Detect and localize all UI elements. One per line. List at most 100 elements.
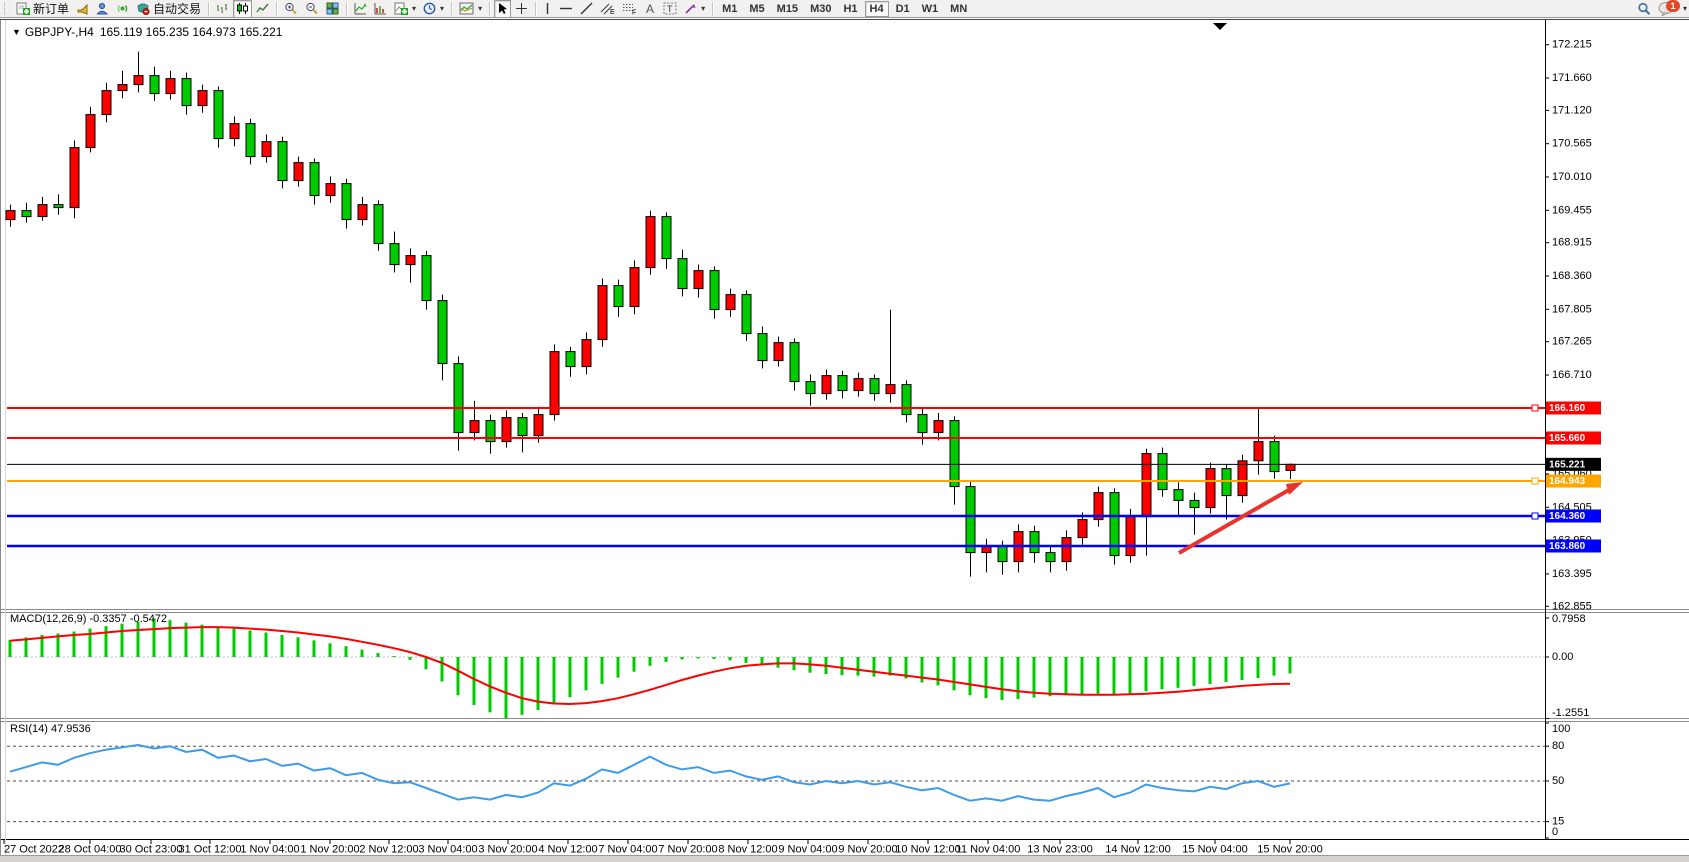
crosshair-button[interactable] xyxy=(512,0,531,18)
indicator-list-button[interactable] xyxy=(371,0,390,18)
text-label-button[interactable]: T xyxy=(660,0,680,18)
svg-text:163.860: 163.860 xyxy=(1549,541,1586,552)
price-lines[interactable] xyxy=(7,405,1545,546)
svg-text:28 Oct 04:00: 28 Oct 04:00 xyxy=(59,844,122,856)
timeframe-button-h1[interactable]: H1 xyxy=(838,1,862,17)
macd-indicator-label: MACD(12,26,9) -0.3357 -0.5472 xyxy=(10,613,167,625)
add-indicator-icon xyxy=(394,2,408,15)
svg-text:F: F xyxy=(632,10,636,16)
templates-button[interactable]: ▾ xyxy=(456,0,485,18)
timeframe-button-d1[interactable]: D1 xyxy=(891,1,915,17)
channel-icon: E xyxy=(600,2,615,15)
timeframe-button-h4[interactable]: H4 xyxy=(865,1,889,17)
svg-text:172.215: 172.215 xyxy=(1552,39,1592,51)
rsi-indicator-label: RSI(14) 47.9536 xyxy=(10,723,91,735)
svg-text:7 Nov 04:00: 7 Nov 04:00 xyxy=(598,844,657,856)
fibonacci-button[interactable]: F xyxy=(619,0,640,18)
toolbar-grip[interactable] xyxy=(4,3,10,15)
candlestick-chart-type-button[interactable] xyxy=(233,0,252,18)
bar-chart-type-button[interactable] xyxy=(213,0,232,18)
svg-text:27 Oct 2022: 27 Oct 2022 xyxy=(4,844,64,856)
timeframe-button-mn[interactable]: MN xyxy=(945,1,972,17)
new-order-button[interactable]: 新订单 xyxy=(13,0,72,18)
zoom-in-button[interactable] xyxy=(281,0,301,18)
svg-text:50: 50 xyxy=(1552,775,1564,787)
svg-text:3 Nov 20:00: 3 Nov 20:00 xyxy=(478,844,537,856)
svg-text:170.565: 170.565 xyxy=(1552,138,1592,150)
timeframe-button-m1[interactable]: M1 xyxy=(717,1,742,17)
text-label-icon: T xyxy=(663,2,677,15)
svg-text:165.221: 165.221 xyxy=(1549,459,1586,470)
trendline-button[interactable] xyxy=(577,0,596,18)
svg-text:11 Nov 04:00: 11 Nov 04:00 xyxy=(956,844,1021,856)
line-chart-type-button[interactable] xyxy=(253,0,272,18)
svg-text:0.7958: 0.7958 xyxy=(1552,613,1586,625)
toolbar-separator xyxy=(208,2,209,16)
svg-text:100: 100 xyxy=(1552,723,1570,735)
autotrade-button[interactable]: 自动交易 xyxy=(133,0,204,18)
zoom-out-button[interactable] xyxy=(302,0,322,18)
horizontal-line-icon xyxy=(559,2,573,15)
svg-text:A: A xyxy=(646,2,654,15)
vertical-line-button[interactable] xyxy=(540,0,555,18)
main-toolbar: 新订单 自动交易 xyxy=(0,0,1689,18)
price-axis[interactable]: 172.215171.660171.120170.565170.010169.4… xyxy=(1545,39,1601,613)
macd-histogram xyxy=(9,618,1292,718)
cursor-button[interactable] xyxy=(494,0,511,18)
svg-text:171.120: 171.120 xyxy=(1552,104,1592,116)
rsi-line xyxy=(10,745,1290,801)
search-button[interactable] xyxy=(1634,0,1654,18)
arrows-button[interactable]: ▾ xyxy=(681,0,708,18)
chart-canvas[interactable]: 172.215171.660171.120170.565170.010169.4… xyxy=(0,18,1689,861)
chart-menu-arrow-icon[interactable]: ▼ xyxy=(12,27,21,37)
expert-icon xyxy=(96,2,109,15)
crosshair-icon xyxy=(515,2,528,15)
svg-text:166.160: 166.160 xyxy=(1549,403,1586,414)
period-button[interactable]: ▾ xyxy=(420,0,447,18)
indicator-window-button[interactable] xyxy=(351,0,370,18)
add-indicator-button[interactable]: ▾ xyxy=(391,0,419,18)
timeframe-button-m30[interactable]: M30 xyxy=(805,1,836,17)
sound-button[interactable] xyxy=(73,0,92,18)
indicator-window-icon xyxy=(354,2,367,15)
tile-windows-button[interactable] xyxy=(323,0,342,18)
autotrade-icon xyxy=(136,2,150,15)
svg-text:163.395: 163.395 xyxy=(1552,568,1592,580)
svg-text:E: E xyxy=(610,9,615,15)
chart-area[interactable]: 172.215171.660171.120170.565170.010169.4… xyxy=(0,18,1689,861)
toolbar-separator xyxy=(489,2,490,16)
timeframe-button-m5[interactable]: M5 xyxy=(744,1,769,17)
toolbar-separator xyxy=(535,2,536,16)
text-a-icon: A xyxy=(644,2,656,15)
search-icon xyxy=(1637,2,1651,16)
equidistant-channel-button[interactable]: E xyxy=(597,0,618,18)
svg-text:13 Nov 23:00: 13 Nov 23:00 xyxy=(1027,844,1092,856)
svg-text:167.805: 167.805 xyxy=(1552,303,1592,315)
expert-button[interactable] xyxy=(93,0,112,18)
autotrade-label: 自动交易 xyxy=(153,0,201,17)
templates-icon xyxy=(459,2,474,15)
chevron-down-icon: ▾ xyxy=(412,4,416,13)
timeframe-button-w1[interactable]: W1 xyxy=(917,1,944,17)
svg-text:10 Nov 12:00: 10 Nov 12:00 xyxy=(895,844,960,856)
toolbar-separator xyxy=(712,2,713,16)
svg-text:165.660: 165.660 xyxy=(1549,433,1586,444)
sonar-button[interactable] xyxy=(113,0,132,18)
svg-text:8 Nov 12:00: 8 Nov 12:00 xyxy=(718,844,777,856)
notification-badge: 1 xyxy=(1666,0,1680,12)
candles[interactable] xyxy=(6,52,1295,577)
chevron-down-icon: ▾ xyxy=(1683,4,1687,13)
svg-text:166.710: 166.710 xyxy=(1552,369,1592,381)
svg-text:4 Nov 12:00: 4 Nov 12:00 xyxy=(538,844,597,856)
chart-ohlc-values: 165.119 165.235 164.973 165.221 xyxy=(100,25,283,39)
timeframe-button-m15[interactable]: M15 xyxy=(772,1,803,17)
svg-text:1 Nov 04:00: 1 Nov 04:00 xyxy=(240,844,299,856)
time-axis[interactable]: 27 Oct 202228 Oct 04:0030 Oct 23:0031 Oc… xyxy=(4,840,1323,856)
svg-text:171.660: 171.660 xyxy=(1552,72,1592,84)
svg-text:9 Nov 20:00: 9 Nov 20:00 xyxy=(838,844,897,856)
horizontal-line-button[interactable] xyxy=(556,0,576,18)
text-button[interactable]: A xyxy=(641,0,659,18)
notifications-button[interactable]: 1 xyxy=(1655,0,1681,18)
svg-text:170.010: 170.010 xyxy=(1552,171,1592,183)
vertical-line-icon xyxy=(543,2,552,15)
